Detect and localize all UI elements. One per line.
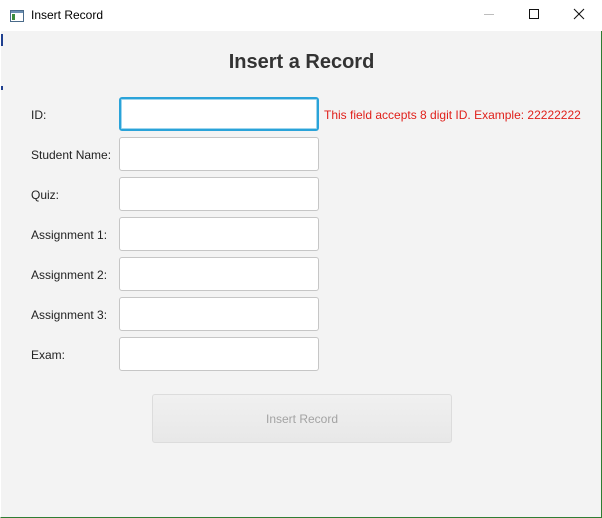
title-bar[interactable]: Insert Record bbox=[1, 0, 602, 31]
exam-label: Exam: bbox=[31, 348, 66, 362]
assignment-2-field[interactable] bbox=[119, 257, 319, 291]
insert-record-window: Insert Record Insert a Record ID: This f… bbox=[0, 0, 602, 518]
id-label: ID: bbox=[31, 108, 47, 122]
assignment-2-label: Assignment 2: bbox=[31, 268, 108, 282]
id-field[interactable] bbox=[119, 97, 319, 131]
form-panel: Insert a Record ID: This field accepts 8… bbox=[1, 31, 602, 517]
minimize-icon bbox=[483, 7, 495, 25]
assignment-3-label: Assignment 3: bbox=[31, 308, 108, 322]
id-validation-hint: This field accepts 8 digit ID. Example: … bbox=[324, 108, 581, 122]
quiz-label: Quiz: bbox=[31, 188, 60, 202]
assignment-3-field[interactable] bbox=[119, 297, 319, 331]
assignment-1-label: Assignment 1: bbox=[31, 228, 108, 242]
close-button[interactable] bbox=[556, 0, 602, 31]
quiz-field[interactable] bbox=[119, 177, 319, 211]
assignment-1-field[interactable] bbox=[119, 217, 319, 251]
student-name-label: Student Name: bbox=[31, 148, 112, 162]
minimize-button[interactable] bbox=[466, 0, 512, 31]
insert-record-button[interactable]: Insert Record bbox=[152, 394, 452, 443]
maximize-button[interactable] bbox=[511, 0, 557, 31]
maximize-icon bbox=[528, 7, 540, 25]
window-title: Insert Record bbox=[31, 8, 104, 22]
exam-field[interactable] bbox=[119, 337, 319, 371]
page-title: Insert a Record bbox=[228, 51, 375, 73]
student-name-field[interactable] bbox=[119, 137, 319, 171]
close-icon bbox=[573, 7, 585, 25]
window-icon bbox=[10, 9, 24, 22]
